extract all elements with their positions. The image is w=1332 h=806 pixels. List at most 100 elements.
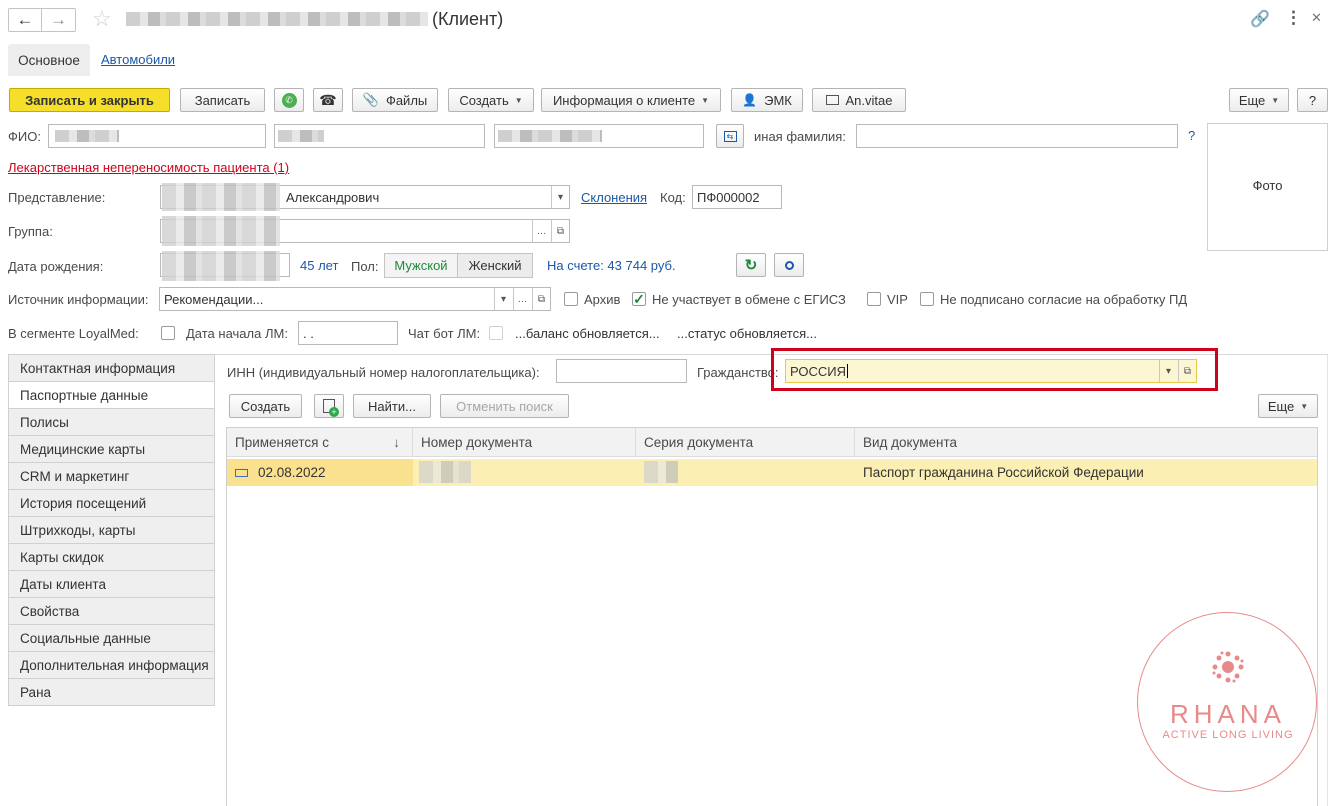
emk-button[interactable]: 👤 ЭМК (731, 88, 803, 112)
create-dropdown-button[interactable]: Создать ▼ (448, 88, 534, 112)
passport-create-button[interactable]: Создать (229, 394, 302, 418)
loyalmed-label: В сегменте LoyalMed: (8, 326, 139, 341)
column-header-series[interactable]: Серия документа (636, 428, 855, 457)
passport-cancel-search-button[interactable]: Отменить поиск (440, 394, 569, 418)
forward-button[interactable]: → (42, 8, 76, 32)
other-surname-field[interactable] (856, 124, 1178, 148)
gender-female-toggle[interactable]: Женский (458, 253, 533, 278)
source-field[interactable]: Рекомендации... ▾ … ⧉ (159, 287, 551, 311)
help-question-icon[interactable]: ? (1188, 128, 1195, 143)
birth-date-label: Дата рождения: (8, 259, 104, 274)
files-button[interactable]: 📎 Файлы (352, 88, 438, 112)
sidebar-item-additional-info[interactable]: Дополнительная информация (8, 652, 215, 679)
sidebar-item-policies[interactable]: Полисы (8, 409, 215, 436)
other-surname-label: иная фамилия: (754, 129, 846, 144)
group-select-icon[interactable]: … (532, 220, 550, 242)
first-name-field[interactable] (274, 124, 485, 148)
source-select-icon[interactable]: … (513, 288, 531, 310)
allergy-link[interactable]: Лекарственная непереносимость пациента (… (8, 160, 289, 175)
client-info-dropdown-button[interactable]: Информация о клиенте ▼ (541, 88, 721, 112)
close-icon[interactable]: ✕ (1311, 10, 1322, 26)
whatsapp-button[interactable]: ✆ (274, 88, 304, 112)
sidebar-item-contact[interactable]: Контактная информация (8, 355, 215, 382)
swap-icon: ⇆ (723, 130, 737, 142)
refresh-icon: ↻ (744, 257, 758, 274)
chatbot-checkbox[interactable] (489, 326, 503, 340)
egisz-checkbox[interactable]: ✓ (632, 291, 646, 307)
rhana-watermark: RHANA ACTIVE LONG LIVING (1137, 612, 1317, 792)
representation-dropdown-icon[interactable]: ▾ (551, 186, 569, 208)
sidebar-item-discount-cards[interactable]: Карты скидок (8, 544, 215, 571)
column-header-number[interactable]: Номер документа (413, 428, 636, 457)
sidebar-item-crm-marketing[interactable]: CRM и маркетинг (8, 463, 215, 490)
consent-label: Не подписано согласие на обработку ПД (940, 292, 1188, 307)
representation-redacted (162, 183, 280, 211)
sidebar-item-barcodes-cards[interactable]: Штрихкоды, карты (8, 517, 215, 544)
whatsapp-icon: ✆ (281, 92, 297, 108)
sidebar-item-social-data[interactable]: Социальные данные (8, 625, 215, 652)
sidebar-item-client-dates[interactable]: Даты клиента (8, 571, 215, 598)
back-button[interactable]: ← (8, 8, 42, 32)
series-redacted (644, 461, 678, 483)
sidebar-item-visit-history[interactable]: История посещений (8, 490, 215, 517)
group-label: Группа: (8, 224, 53, 239)
declensions-link[interactable]: Склонения (581, 190, 647, 205)
more-button[interactable]: Еще ▼ (1229, 88, 1289, 112)
code-field[interactable]: ПФ000002 (692, 185, 782, 209)
balance-updating-text: ...баланс обновляется... (515, 326, 660, 341)
save-and-close-button[interactable]: Записать и закрыть (9, 88, 170, 112)
swap-name-button[interactable]: ⇆ (716, 124, 744, 148)
refresh-button[interactable]: ↻ (736, 253, 766, 277)
number-redacted (419, 461, 471, 483)
sidebar-item-passport[interactable]: Паспортные данные (8, 382, 215, 409)
sidebar-item-medical-cards[interactable]: Медицинские карты (8, 436, 215, 463)
save-button[interactable]: Записать (180, 88, 265, 112)
create-label: Создать (459, 92, 509, 108)
rhana-logo-icon (1210, 649, 1246, 685)
last-name-field[interactable] (48, 124, 266, 148)
column-header-date[interactable]: Применяется с ↓ (227, 428, 413, 457)
window-title: (Клиент) (432, 9, 504, 29)
gender-male-toggle[interactable]: Мужской (384, 253, 458, 278)
age-text: 45 лет (300, 258, 339, 273)
middle-name-field[interactable] (494, 124, 704, 148)
passport-add-button[interactable]: + (314, 394, 344, 418)
tab-cars[interactable]: Автомобили (101, 52, 175, 67)
paperclip-icon: 📎 (362, 92, 379, 107)
photo-box[interactable]: Фото (1207, 123, 1328, 251)
phone-button[interactable]: ☎ (313, 88, 343, 112)
group-open-icon[interactable]: ⧉ (551, 220, 569, 242)
source-value: Рекомендации... (164, 291, 264, 307)
search-icon (784, 260, 794, 270)
sidebar-item-wound[interactable]: Рана (8, 679, 215, 706)
anvitae-button[interactable]: An.vitae (812, 88, 906, 112)
archive-checkbox[interactable] (564, 292, 578, 306)
source-dropdown-icon[interactable]: ▾ (494, 288, 512, 310)
representation-value: Александрович (286, 189, 380, 205)
lm-start-field[interactable]: . . (298, 321, 398, 345)
phone-icon: ☎ (319, 91, 337, 108)
search-button[interactable] (774, 253, 804, 277)
passport-more-button[interactable]: Еще ▼ (1258, 394, 1318, 418)
vip-checkbox[interactable] (867, 292, 881, 306)
link-icon[interactable]: 🔗 (1250, 9, 1270, 29)
passport-find-button[interactable]: Найти... (353, 394, 431, 418)
help-button[interactable]: ? (1297, 88, 1328, 112)
photo-label: Фото (1252, 177, 1283, 193)
sidebar-item-properties[interactable]: Свойства (8, 598, 215, 625)
inn-label: ИНН (индивидуальный номер налогоплательщ… (227, 365, 540, 380)
more-vertical-icon[interactable]: ⋮ (1285, 8, 1302, 28)
source-open-icon[interactable]: ⧉ (532, 288, 550, 310)
column-header-type[interactable]: Вид документа (855, 428, 1317, 457)
sort-indicator-icon: ↓ (393, 435, 400, 450)
tab-main[interactable]: Основное (8, 44, 90, 76)
favorite-star-icon[interactable]: ☆ (92, 6, 112, 32)
egisz-label: Не участвует в обмене с ЕГИСЗ (652, 292, 846, 307)
loyalmed-checkbox[interactable] (161, 326, 175, 340)
consent-checkbox[interactable] (920, 292, 934, 306)
inn-field[interactable] (556, 359, 687, 383)
citizenship-highlight-box (771, 348, 1218, 391)
fio-label: ФИО: (8, 129, 41, 144)
group-redacted (162, 216, 280, 246)
files-label: Файлы (385, 92, 428, 108)
